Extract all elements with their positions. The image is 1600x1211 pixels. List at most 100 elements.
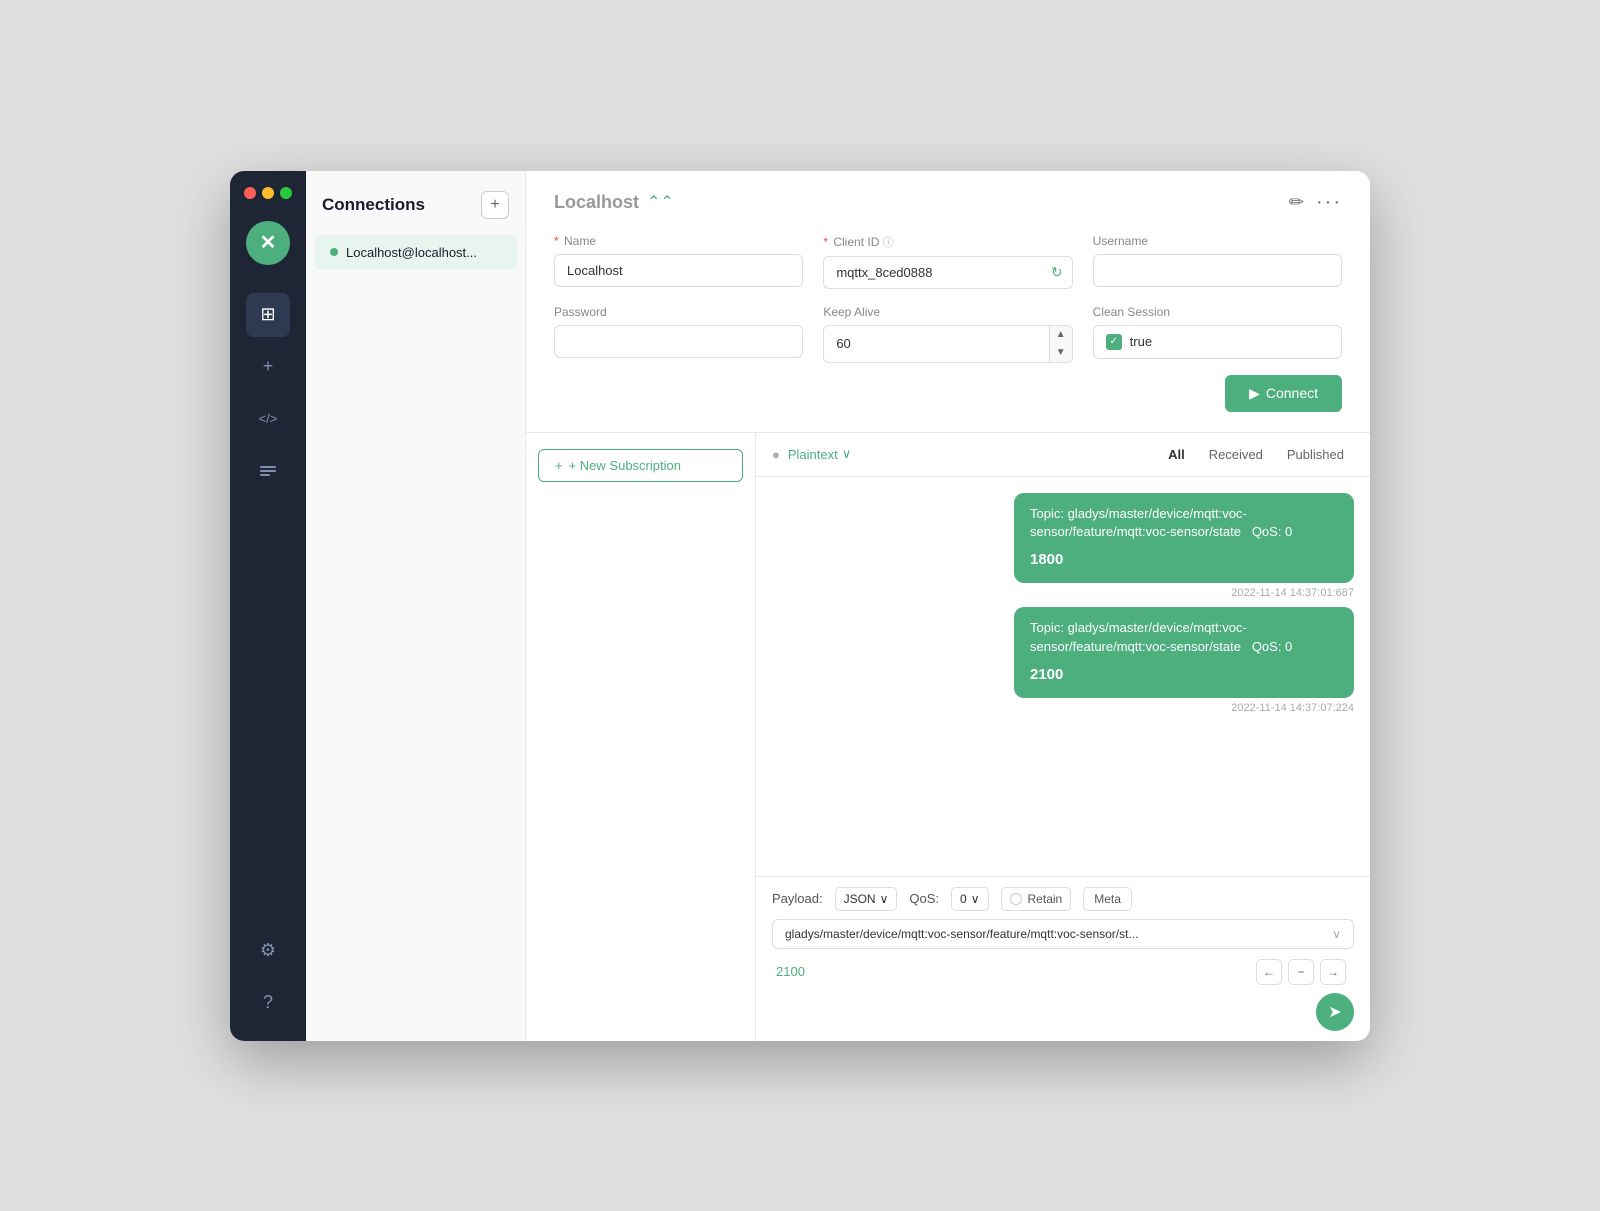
client-id-input[interactable] bbox=[823, 256, 1072, 289]
subscription-panel: + + New Subscription bbox=[526, 433, 756, 1041]
message-value-1: 1800 bbox=[1030, 549, 1338, 572]
connect-icon: ▶ bbox=[1249, 385, 1260, 402]
connection-item-localhost[interactable]: Localhost@localhost... bbox=[314, 235, 517, 270]
topic-chevron-icon: ∨ bbox=[1332, 927, 1341, 941]
traffic-lights bbox=[230, 187, 292, 199]
message-bubble-1: Topic: gladys/master/device/mqtt:voc-sen… bbox=[1014, 493, 1354, 584]
traffic-light-green[interactable] bbox=[280, 187, 292, 199]
keep-alive-input[interactable] bbox=[824, 328, 1048, 359]
message-time-2: 2022-11-14 14:37:07:224 bbox=[1231, 702, 1354, 714]
clean-session-field-group: Clean Session ✓ true bbox=[1093, 305, 1342, 363]
collapse-icon[interactable]: ⌃⌃ bbox=[647, 192, 674, 212]
payload-format-chevron-icon: ∨ bbox=[880, 892, 889, 906]
traffic-light-red[interactable] bbox=[244, 187, 256, 199]
payload-value: 2100 bbox=[776, 964, 805, 979]
payload-label: Payload: bbox=[772, 891, 823, 906]
composer: Payload: JSON ∨ QoS: 0 ∨ Retain bbox=[756, 876, 1370, 1041]
composer-toolbar: Payload: JSON ∨ QoS: 0 ∨ Retain bbox=[772, 887, 1354, 911]
more-button[interactable]: ··· bbox=[1316, 191, 1342, 214]
clean-session-value: true bbox=[1130, 334, 1152, 349]
retain-button[interactable]: Retain bbox=[1001, 887, 1072, 911]
config-section: Localhost ⌃⌃ ✏ ··· * Name bbox=[526, 171, 1370, 433]
stepper-up[interactable]: ▲ bbox=[1050, 326, 1072, 344]
client-id-input-wrapper: ↻ bbox=[823, 256, 1072, 289]
tab-all[interactable]: All bbox=[1158, 443, 1195, 466]
meta-label: Meta bbox=[1094, 892, 1121, 906]
format-selector[interactable]: ● Plaintext ∨ bbox=[772, 446, 851, 462]
clean-session-checkbox[interactable]: ✓ bbox=[1106, 334, 1122, 350]
connection-name: Localhost@localhost... bbox=[346, 245, 477, 260]
topic-input-row[interactable]: gladys/master/device/mqtt:voc-sensor/fea… bbox=[772, 919, 1354, 949]
question-icon: ● bbox=[772, 447, 780, 462]
password-field-group: Password bbox=[554, 305, 803, 363]
minus-button[interactable]: − bbox=[1288, 959, 1314, 985]
config-header: Localhost ⌃⌃ ✏ ··· bbox=[554, 191, 1342, 214]
config-form: * Name * Client ID ⓘ ↻ bbox=[554, 234, 1342, 363]
message-value-2: 2100 bbox=[1030, 664, 1338, 687]
password-label: Password bbox=[554, 305, 803, 319]
add-connection-button[interactable]: + bbox=[481, 191, 509, 219]
payload-row: 2100 ← − → bbox=[772, 955, 1354, 989]
retain-radio-icon bbox=[1010, 893, 1022, 905]
meta-button[interactable]: Meta bbox=[1083, 887, 1132, 911]
messages-toolbar: ● Plaintext ∨ All Received Published bbox=[756, 433, 1370, 477]
format-label: Plaintext bbox=[788, 447, 838, 462]
main-content: Localhost ⌃⌃ ✏ ··· * Name bbox=[526, 171, 1370, 1041]
tab-published[interactable]: Published bbox=[1277, 443, 1354, 466]
qos-select[interactable]: 0 ∨ bbox=[951, 887, 988, 911]
stepper-down[interactable]: ▼ bbox=[1050, 344, 1072, 362]
qos-chevron-icon: ∨ bbox=[971, 892, 980, 906]
refresh-icon[interactable]: ↻ bbox=[1051, 264, 1063, 281]
sidebar-item-list[interactable] bbox=[246, 449, 290, 493]
message-topic-2: Topic: gladys/master/device/mqtt:voc-sen… bbox=[1030, 619, 1338, 655]
config-title: Localhost bbox=[554, 192, 639, 213]
clean-session-input[interactable]: ✓ true bbox=[1093, 325, 1342, 359]
edit-button[interactable]: ✏ bbox=[1289, 192, 1304, 213]
sidebar-item-help[interactable]: ? bbox=[246, 981, 290, 1025]
payload-actions: ← − → bbox=[1256, 959, 1346, 985]
keep-alive-label: Keep Alive bbox=[823, 305, 1072, 319]
payload-format-value: JSON bbox=[844, 892, 876, 906]
connect-button-row: ▶ Connect bbox=[554, 375, 1342, 412]
messages-list: Topic: gladys/master/device/mqtt:voc-sen… bbox=[756, 477, 1370, 876]
topic-value: gladys/master/device/mqtt:voc-sensor/fea… bbox=[785, 927, 1138, 941]
list-item: Topic: gladys/master/device/mqtt:voc-sen… bbox=[1014, 493, 1354, 600]
connect-label: Connect bbox=[1266, 385, 1318, 401]
name-field-group: * Name bbox=[554, 234, 803, 289]
qos-label: QoS: bbox=[909, 891, 939, 906]
format-chevron-icon: ∨ bbox=[842, 446, 852, 462]
sidebar-item-code[interactable]: </> bbox=[246, 397, 290, 441]
username-input[interactable] bbox=[1093, 254, 1342, 287]
forward-button[interactable]: → bbox=[1320, 959, 1346, 985]
client-id-label: * Client ID ⓘ bbox=[823, 234, 1072, 250]
message-topic-1: Topic: gladys/master/device/mqtt:voc-sen… bbox=[1030, 505, 1338, 541]
sidebar-item-add[interactable]: + bbox=[246, 345, 290, 389]
name-label: * Name bbox=[554, 234, 803, 248]
connection-status-dot bbox=[330, 248, 338, 256]
app-logo: ✕ bbox=[246, 221, 290, 265]
send-button[interactable]: ➤ bbox=[1316, 993, 1354, 1031]
payload-format-select[interactable]: JSON ∨ bbox=[835, 887, 898, 911]
tab-received[interactable]: Received bbox=[1199, 443, 1273, 466]
sidebar-item-connections[interactable]: ⊞ bbox=[246, 293, 290, 337]
new-subscription-button[interactable]: + + New Subscription bbox=[538, 449, 743, 482]
sidebar-item-settings[interactable]: ⚙ bbox=[246, 929, 290, 973]
message-section: + + New Subscription ● Plaintext ∨ All R… bbox=[526, 433, 1370, 1041]
send-row: ➤ bbox=[772, 989, 1354, 1031]
config-title-row: Localhost ⌃⌃ bbox=[554, 192, 674, 213]
connect-button[interactable]: ▶ Connect bbox=[1225, 375, 1342, 412]
username-field-group: Username bbox=[1093, 234, 1342, 289]
traffic-light-yellow[interactable] bbox=[262, 187, 274, 199]
app-window: ✕ ⊞ + </> ⚙ ? Connections + Localhost@lo… bbox=[230, 171, 1370, 1041]
back-button[interactable]: ← bbox=[1256, 959, 1282, 985]
send-icon: ➤ bbox=[1328, 1002, 1341, 1022]
sidebar: ✕ ⊞ + </> ⚙ ? bbox=[230, 171, 306, 1041]
retain-label: Retain bbox=[1028, 892, 1063, 906]
clean-session-label: Clean Session bbox=[1093, 305, 1342, 319]
name-input[interactable] bbox=[554, 254, 803, 287]
new-sub-label: + New Subscription bbox=[569, 458, 681, 473]
client-id-field-group: * Client ID ⓘ ↻ bbox=[823, 234, 1072, 289]
keep-alive-field-group: Keep Alive ▲ ▼ bbox=[823, 305, 1072, 363]
password-input[interactable] bbox=[554, 325, 803, 358]
message-time-1: 2022-11-14 14:37:01:687 bbox=[1231, 587, 1354, 599]
